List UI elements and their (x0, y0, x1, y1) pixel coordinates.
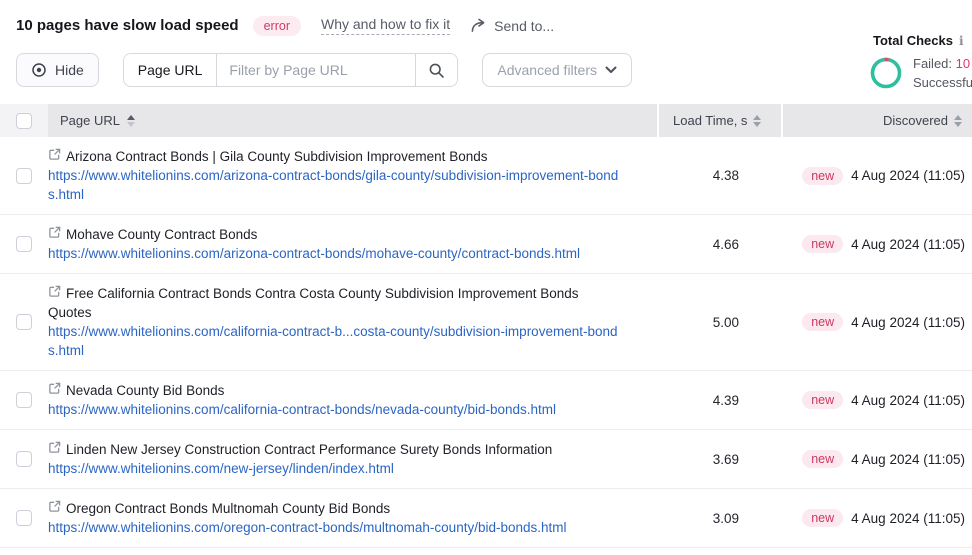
eye-icon (31, 62, 47, 78)
discovered-date: 4 Aug 2024 (11:05) (851, 511, 965, 526)
table-row: Free California Contract Bonds Contra Co… (0, 274, 972, 371)
page-title: 10 pages have slow load speed (16, 17, 239, 34)
load-time-value: 4.38 (661, 168, 783, 183)
row-checkbox[interactable] (16, 236, 32, 252)
page-title-link[interactable]: Oregon Contract Bonds Multnomah County B… (48, 499, 625, 518)
external-link-icon (48, 441, 66, 454)
new-badge: new (802, 167, 843, 185)
load-time-value: 4.66 (661, 237, 783, 252)
page-title-link[interactable]: Linden New Jersey Construction Contract … (48, 440, 625, 459)
table-row: Nevada County Bid Bonds https://www.whit… (0, 371, 972, 430)
page-title-link[interactable]: Mohave County Contract Bonds (48, 225, 625, 244)
new-badge: new (802, 313, 843, 331)
select-all-checkbox[interactable] (16, 113, 32, 129)
table-header: Page URL Load Time, s Discovered (0, 104, 972, 137)
column-header-discovered[interactable]: Discovered (783, 104, 972, 137)
load-time-value: 5.00 (661, 315, 783, 330)
load-time-value: 3.69 (661, 452, 783, 467)
page-title-link[interactable]: Free California Contract Bonds Contra Co… (48, 284, 625, 322)
checks-donut-chart (869, 56, 903, 90)
table-row: Oregon Contract Bonds Multnomah County B… (0, 489, 972, 548)
why-how-to-fix-link[interactable]: Why and how to fix it (321, 16, 450, 35)
filter-field-selector[interactable]: Page URL (124, 54, 218, 86)
successful-count: Successful: (913, 73, 972, 92)
select-all-cell (0, 104, 48, 137)
total-checks-panel: Total Checks i Failed: 10 Successful: (869, 33, 972, 92)
new-badge: new (802, 235, 843, 253)
table-row: Mohave County Contract Bonds https://www… (0, 215, 972, 274)
external-link-icon (48, 382, 66, 395)
discovered-date: 4 Aug 2024 (11:05) (851, 452, 965, 467)
sort-icon (954, 115, 962, 127)
external-link-icon (48, 148, 66, 161)
search-icon (428, 62, 445, 79)
row-checkbox[interactable] (16, 392, 32, 408)
send-to-button[interactable]: Send to... (470, 18, 554, 34)
discovered-date: 4 Aug 2024 (11:05) (851, 393, 965, 408)
table-row: Linden New Jersey Construction Contract … (0, 430, 972, 489)
page-url-link[interactable]: https://www.whitelionins.com/new-jersey/… (48, 459, 625, 478)
discovered-date: 4 Aug 2024 (11:05) (851, 315, 965, 330)
new-badge: new (802, 391, 843, 409)
page-url-link[interactable]: https://www.whitelionins.com/arizona-con… (48, 244, 625, 263)
row-checkbox[interactable] (16, 314, 32, 330)
new-badge: new (802, 509, 843, 527)
sort-asc-icon (127, 115, 135, 127)
filter-bar: Hide Page URL Advanced filters (0, 53, 972, 87)
share-arrow-icon (470, 18, 487, 33)
new-badge: new (802, 450, 843, 468)
search-button[interactable] (415, 54, 457, 86)
hide-button[interactable]: Hide (16, 53, 99, 87)
failed-count: Failed: 10 (913, 54, 972, 73)
load-time-value: 3.09 (661, 511, 783, 526)
column-header-page-url[interactable]: Page URL (48, 104, 657, 137)
row-checkbox[interactable] (16, 510, 32, 526)
table-body: Arizona Contract Bonds | Gila County Sub… (0, 137, 972, 548)
page-url-link[interactable]: https://www.whitelionins.com/arizona-con… (48, 166, 625, 204)
info-icon[interactable]: i (959, 34, 964, 48)
page-title-link[interactable]: Nevada County Bid Bonds (48, 381, 625, 400)
page-url-link[interactable]: https://www.whitelionins.com/california-… (48, 400, 625, 419)
load-time-value: 4.39 (661, 393, 783, 408)
page-url-link[interactable]: https://www.whitelionins.com/california-… (48, 322, 625, 360)
filter-input[interactable] (217, 54, 415, 86)
page-url-filter-group: Page URL (123, 53, 459, 87)
row-checkbox[interactable] (16, 451, 32, 467)
external-link-icon (48, 500, 66, 513)
page-url-link[interactable]: https://www.whitelionins.com/oregon-cont… (48, 518, 625, 537)
external-link-icon (48, 226, 66, 239)
column-header-load-time[interactable]: Load Time, s (659, 104, 781, 137)
discovered-date: 4 Aug 2024 (11:05) (851, 168, 965, 183)
issue-header: 10 pages have slow load speed error Why … (0, 0, 972, 38)
sort-icon (753, 115, 761, 127)
total-checks-label: Total Checks (873, 33, 953, 48)
page-title-link[interactable]: Arizona Contract Bonds | Gila County Sub… (48, 147, 625, 166)
advanced-filters-button[interactable]: Advanced filters (482, 53, 632, 87)
discovered-date: 4 Aug 2024 (11:05) (851, 237, 965, 252)
external-link-icon (48, 285, 66, 298)
row-checkbox[interactable] (16, 168, 32, 184)
chevron-down-icon (605, 66, 617, 74)
table-row: Arizona Contract Bonds | Gila County Sub… (0, 137, 972, 215)
error-badge: error (253, 16, 301, 36)
